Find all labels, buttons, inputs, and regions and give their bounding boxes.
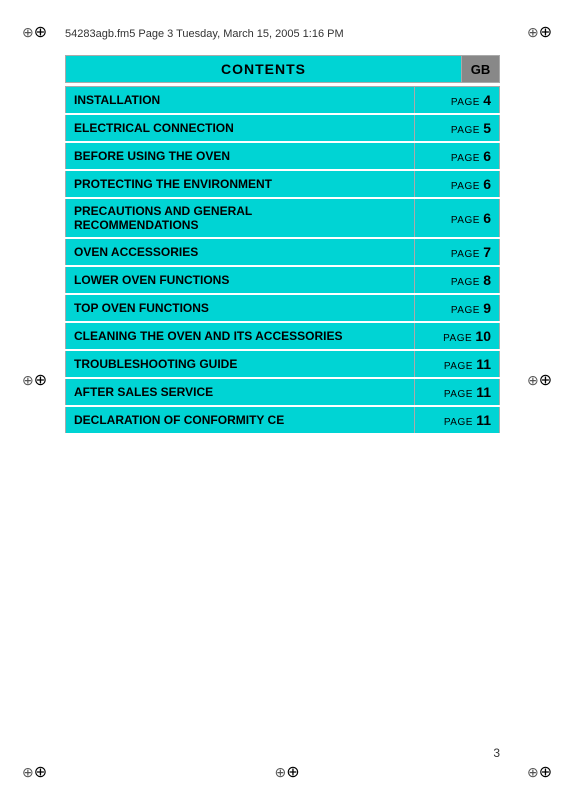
toc-page-word: PAGE <box>444 389 476 400</box>
corner-mark-tl: ⊕ <box>22 22 38 38</box>
contents-header: CONTENTS GB <box>65 55 500 83</box>
content-area: CONTENTS GB INSTALLATIONPAGE 4ELECTRICAL… <box>65 55 500 435</box>
toc-item-label: AFTER SALES SERVICE <box>66 378 415 406</box>
toc-item-label: TOP OVEN FUNCTIONS <box>66 294 415 322</box>
toc-item-page: PAGE 6 <box>414 170 499 198</box>
corner-mark-bl: ⊕ <box>22 762 38 778</box>
toc-item-label: PRECAUTIONS AND GENERAL RECOMMENDATIONS <box>66 198 415 238</box>
toc-page-num: 6 <box>483 148 491 164</box>
toc-item-page: PAGE 6 <box>414 198 499 238</box>
toc-item-page: PAGE 11 <box>414 406 499 434</box>
contents-title: CONTENTS <box>65 55 462 83</box>
toc-item-label: OVEN ACCESSORIES <box>66 238 415 266</box>
corner-mark-tr: ⊕ <box>527 22 543 38</box>
toc-page-word: PAGE <box>451 249 483 260</box>
page-number: 3 <box>493 746 500 760</box>
toc-item-label: INSTALLATION <box>66 87 415 115</box>
toc-row: PROTECTING THE ENVIRONMENTPAGE 6 <box>66 170 500 198</box>
toc-page-word: PAGE <box>451 153 483 164</box>
toc-page-num: 8 <box>483 272 491 288</box>
toc-page-word: PAGE <box>451 97 483 108</box>
toc-page-word: PAGE <box>444 417 476 428</box>
corner-mark-mr: ⊕ <box>527 370 543 386</box>
toc-page-num: 9 <box>483 300 491 316</box>
toc-row: TROUBLESHOOTING GUIDEPAGE 11 <box>66 350 500 378</box>
toc-page-num: 11 <box>476 384 491 400</box>
toc-item-label: DECLARATION OF CONFORMITY CE <box>66 406 415 434</box>
header-text: 54283agb.fm5 Page 3 Tuesday, March 15, 2… <box>65 28 344 40</box>
toc-item-page: PAGE 7 <box>414 238 499 266</box>
toc-page-num: 4 <box>483 92 491 108</box>
toc-row: ELECTRICAL CONNECTIONPAGE 5 <box>66 114 500 142</box>
toc-item-label: TROUBLESHOOTING GUIDE <box>66 350 415 378</box>
toc-item-label: LOWER OVEN FUNCTIONS <box>66 266 415 294</box>
toc-page-num: 6 <box>483 176 491 192</box>
toc-row: PRECAUTIONS AND GENERAL RECOMMENDATIONSP… <box>66 198 500 238</box>
toc-item-page: PAGE 11 <box>414 378 499 406</box>
toc-row: OVEN ACCESSORIESPAGE 7 <box>66 238 500 266</box>
page: ⊕ ⊕ ⊕ ⊕ ⊕ ⊕ ⊕ 54283agb.fm5 Page 3 Tuesda… <box>0 0 565 800</box>
contents-gb: GB <box>462 55 500 83</box>
toc-table: INSTALLATIONPAGE 4ELECTRICAL CONNECTIONP… <box>65 86 500 435</box>
toc-item-page: PAGE 9 <box>414 294 499 322</box>
toc-row: LOWER OVEN FUNCTIONSPAGE 8 <box>66 266 500 294</box>
toc-page-word: PAGE <box>451 305 483 316</box>
toc-item-page: PAGE 6 <box>414 142 499 170</box>
toc-item-page: PAGE 4 <box>414 87 499 115</box>
toc-row: BEFORE USING THE OVENPAGE 6 <box>66 142 500 170</box>
toc-item-page: PAGE 5 <box>414 114 499 142</box>
toc-page-num: 11 <box>476 412 491 428</box>
toc-item-label: BEFORE USING THE OVEN <box>66 142 415 170</box>
toc-page-num: 7 <box>483 244 491 260</box>
toc-page-word: PAGE <box>451 181 483 192</box>
corner-mark-ml: ⊕ <box>22 370 38 386</box>
toc-page-word: PAGE <box>444 361 476 372</box>
toc-row: AFTER SALES SERVICEPAGE 11 <box>66 378 500 406</box>
corner-mark-br: ⊕ <box>527 762 543 778</box>
corner-mark-bm: ⊕ <box>275 762 291 778</box>
toc-item-page: PAGE 8 <box>414 266 499 294</box>
toc-page-word: PAGE <box>451 277 483 288</box>
toc-row: INSTALLATIONPAGE 4 <box>66 87 500 115</box>
toc-page-num: 11 <box>476 356 491 372</box>
toc-row: TOP OVEN FUNCTIONSPAGE 9 <box>66 294 500 322</box>
toc-item-label: PROTECTING THE ENVIRONMENT <box>66 170 415 198</box>
toc-item-label: CLEANING THE OVEN AND ITS ACCESSORIES <box>66 322 415 350</box>
toc-page-num: 6 <box>483 210 491 226</box>
toc-row: DECLARATION OF CONFORMITY CEPAGE 11 <box>66 406 500 434</box>
toc-page-num: 5 <box>483 120 491 136</box>
toc-item-label: ELECTRICAL CONNECTION <box>66 114 415 142</box>
toc-item-page: PAGE 10 <box>414 322 499 350</box>
toc-page-word: PAGE <box>443 333 475 344</box>
toc-page-word: PAGE <box>451 215 483 226</box>
toc-item-page: PAGE 11 <box>414 350 499 378</box>
toc-row: CLEANING THE OVEN AND ITS ACCESSORIESPAG… <box>66 322 500 350</box>
toc-page-num: 10 <box>475 328 491 344</box>
toc-page-word: PAGE <box>451 125 483 136</box>
